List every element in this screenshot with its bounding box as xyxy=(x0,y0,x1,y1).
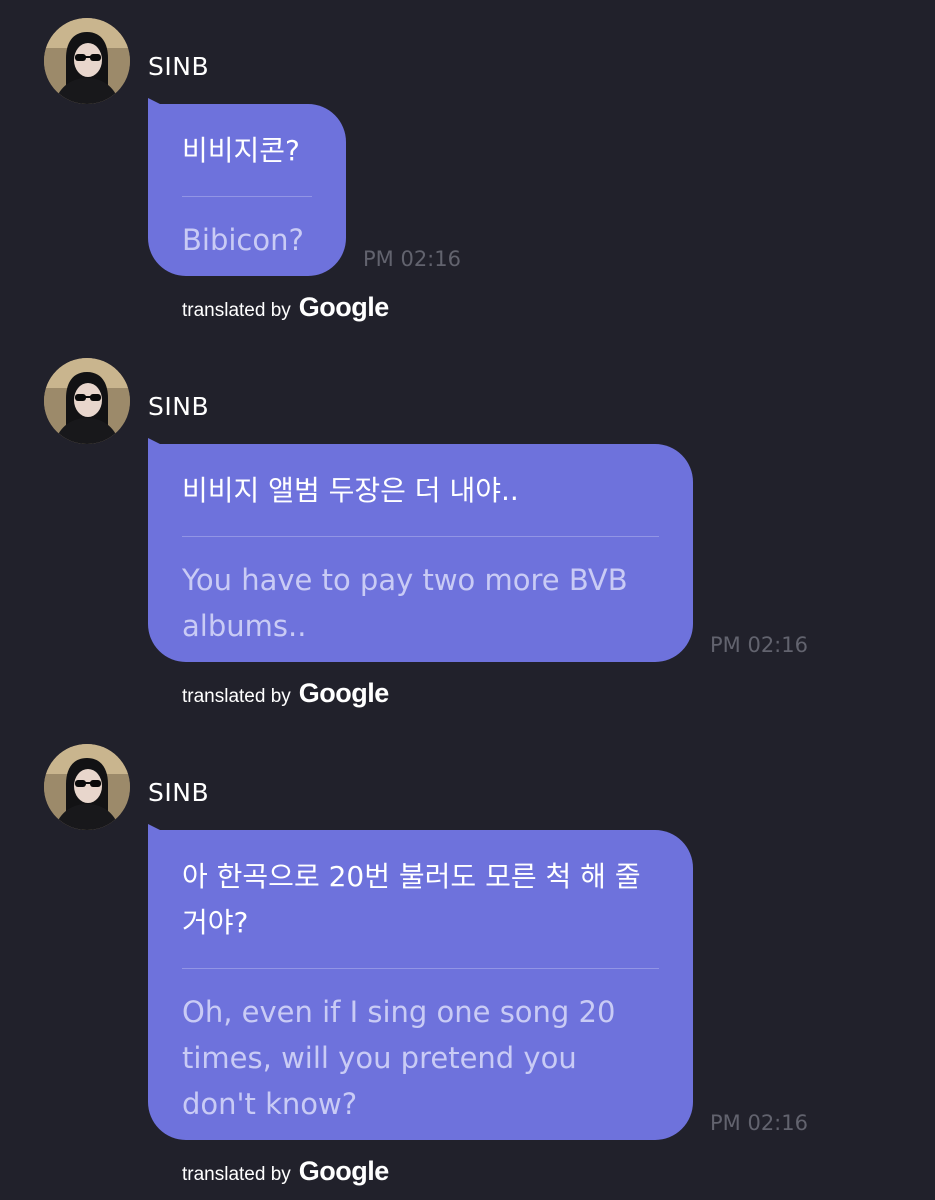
translated-text: Bibicon? xyxy=(182,223,304,257)
message-bubble[interactable]: 비비지 앨범 두장은 더 내야.. You have to pay two mo… xyxy=(148,438,693,662)
divider xyxy=(182,536,659,537)
translation-credit: translated by Google xyxy=(182,678,389,709)
avatar[interactable] xyxy=(44,358,130,444)
credit-label: translated by xyxy=(182,1164,291,1185)
translated-text: Oh, even if I sing one song 20 times, wi… xyxy=(182,995,616,1121)
translation-credit: translated by Google xyxy=(182,292,389,323)
timestamp: PM 02:16 xyxy=(363,247,461,271)
google-logo: Google xyxy=(298,292,390,322)
sender-name: SINB xyxy=(148,778,210,807)
original-text: 비비지 앨범 두장은 더 내야.. xyxy=(182,474,519,507)
translated-text: You have to pay two more BVB albums.. xyxy=(182,563,628,643)
sender-name: SINB xyxy=(148,52,210,81)
timestamp: PM 02:16 xyxy=(710,633,808,657)
sender-name: SINB xyxy=(148,392,210,421)
credit-label: translated by xyxy=(182,686,291,707)
timestamp: PM 02:16 xyxy=(710,1111,808,1135)
avatar[interactable] xyxy=(44,744,130,830)
credit-label: translated by xyxy=(182,300,291,321)
translation-credit: translated by Google xyxy=(182,1156,389,1187)
message-bubble[interactable]: 비비지콘? Bibicon? xyxy=(148,98,346,276)
google-logo: Google xyxy=(298,678,390,708)
google-logo: Google xyxy=(298,1156,390,1186)
original-text: 아 한곡으로 20번 불러도 모른 척 해 줄거야? xyxy=(182,860,641,939)
original-text: 비비지콘? xyxy=(182,134,300,167)
divider xyxy=(182,196,312,197)
message-bubble[interactable]: 아 한곡으로 20번 불러도 모른 척 해 줄거야? Oh, even if I… xyxy=(148,824,693,1140)
divider xyxy=(182,968,659,969)
avatar[interactable] xyxy=(44,18,130,104)
